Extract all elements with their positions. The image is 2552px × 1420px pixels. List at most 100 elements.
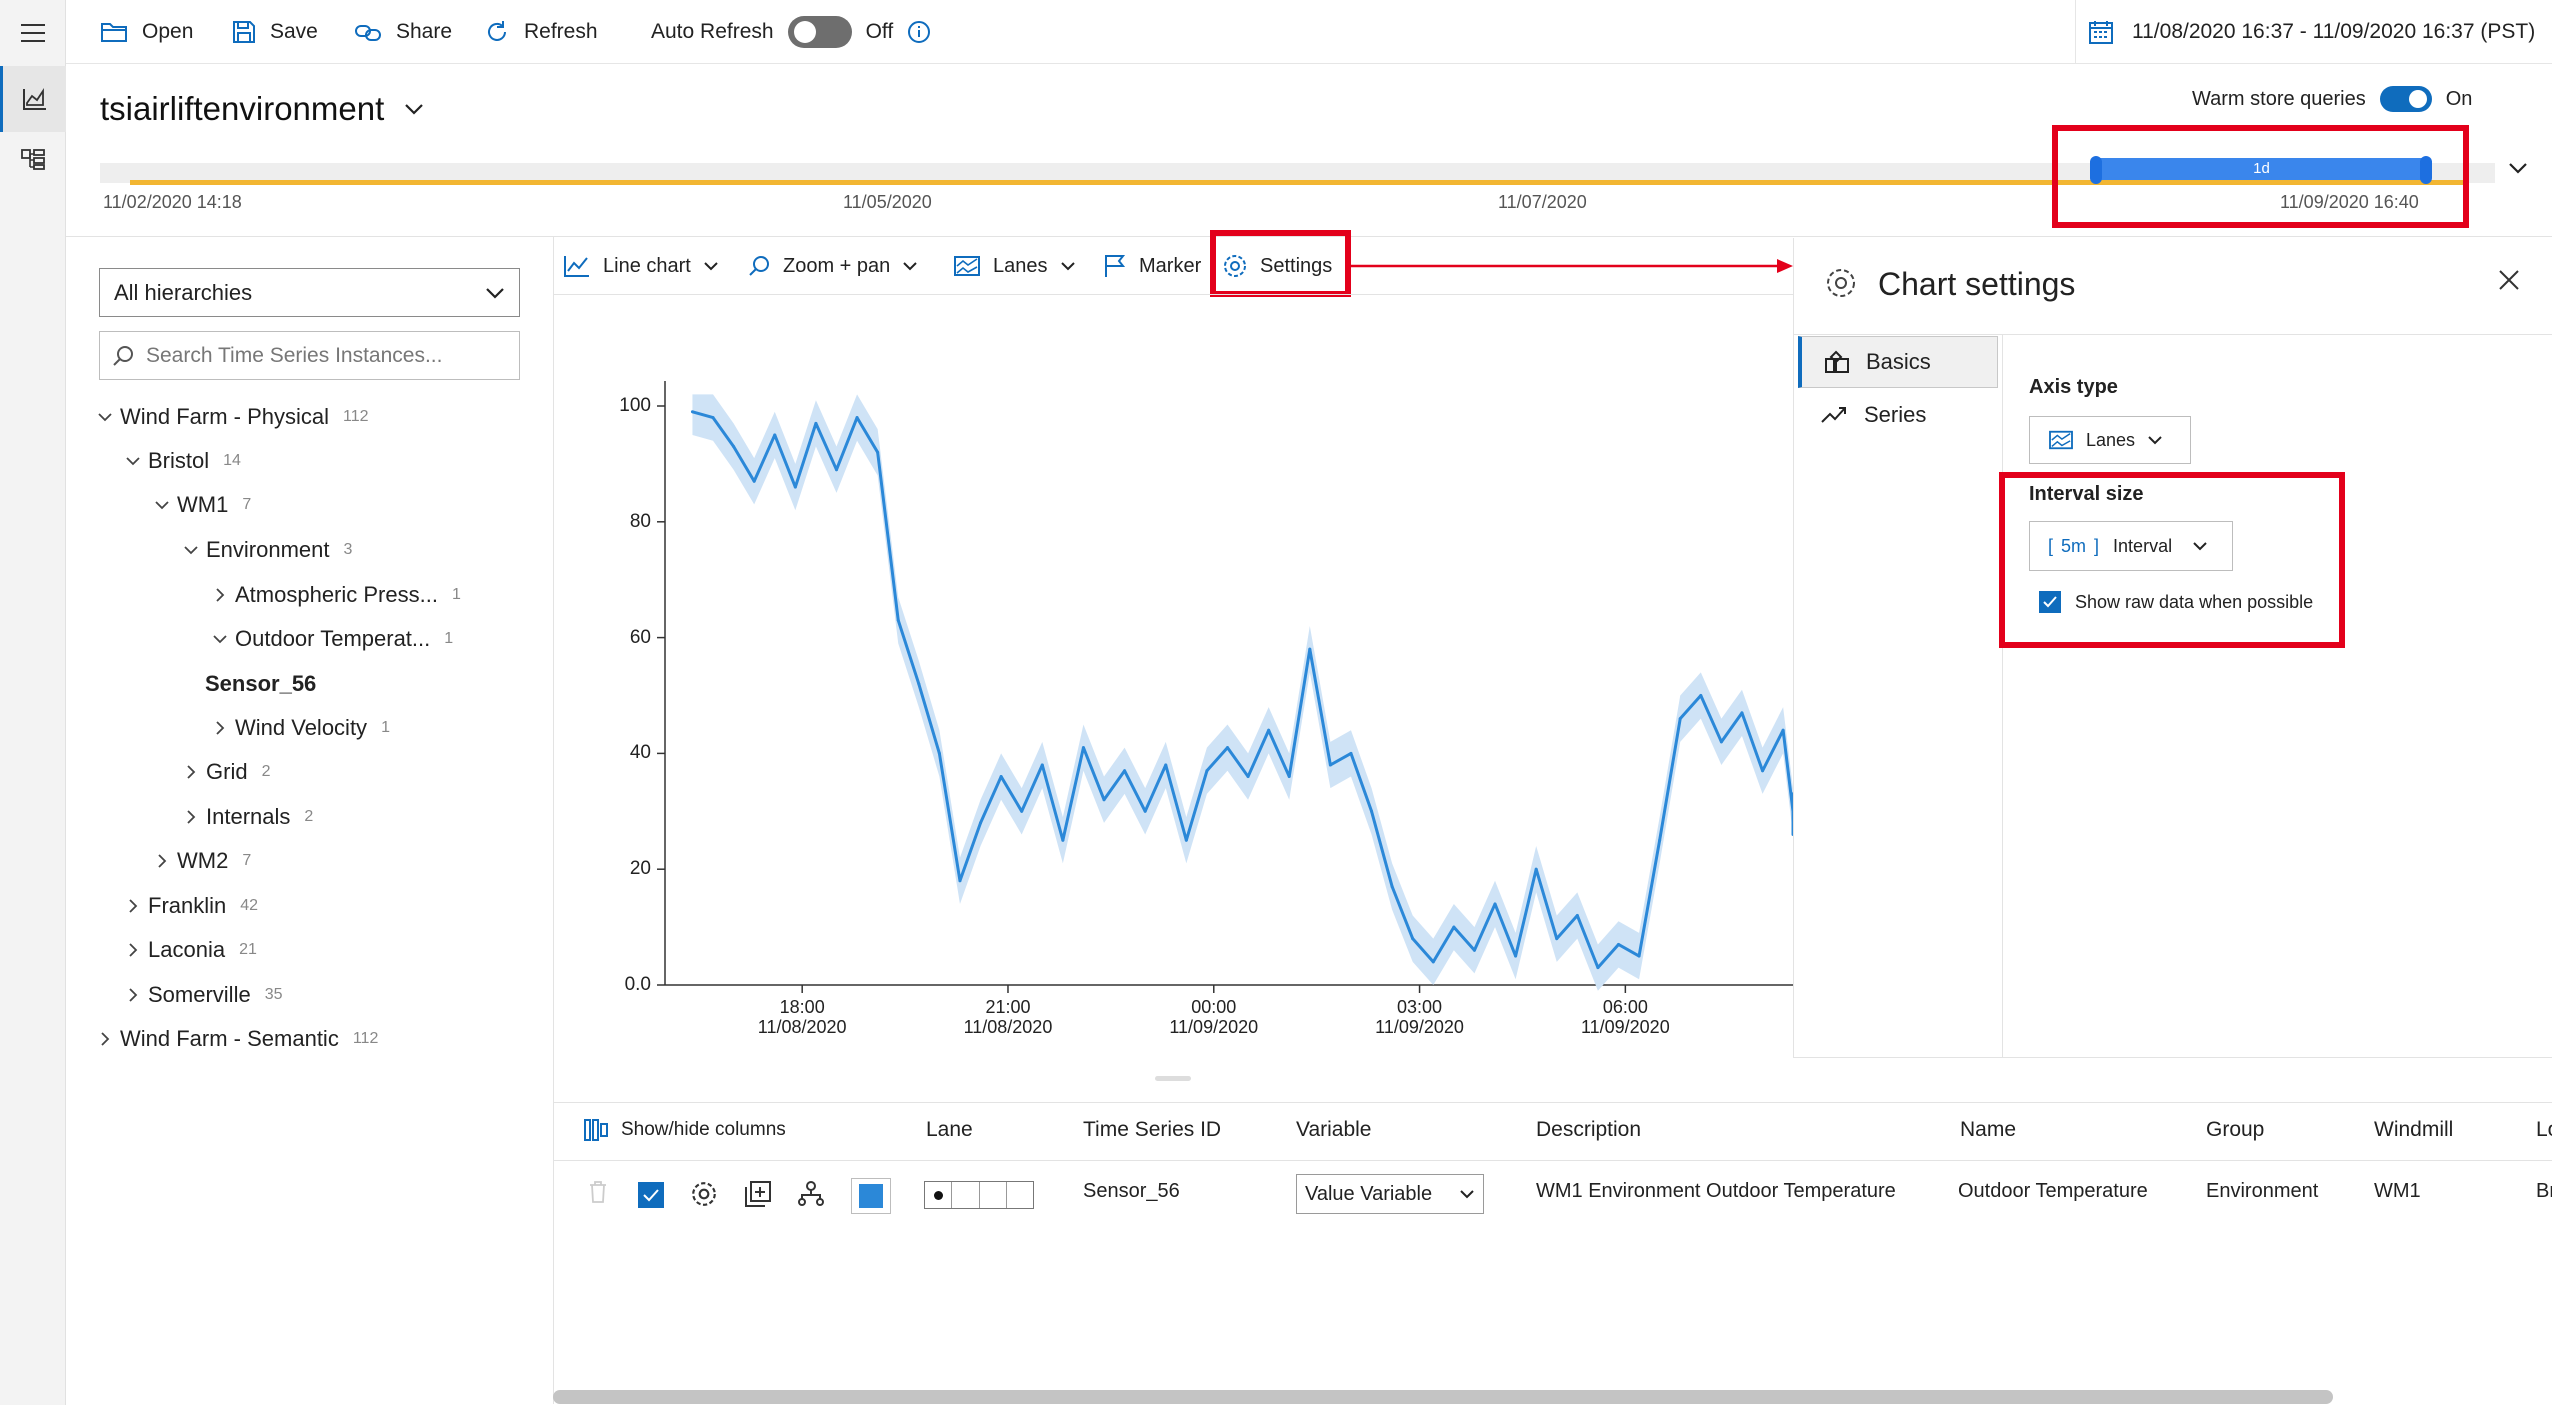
data-point (1431, 960, 1435, 964)
close-icon[interactable] (2497, 268, 2521, 292)
tree-item[interactable]: Wind Farm - Physical 112 (90, 397, 369, 437)
duplicate-icon[interactable] (744, 1180, 772, 1208)
tree-item[interactable]: Sensor_56 (205, 664, 330, 704)
settings-highlight-box (1210, 230, 1351, 297)
data-point (793, 485, 797, 489)
nav-series[interactable]: Series (1798, 389, 1998, 441)
data-point (1761, 769, 1765, 773)
chevron-down-icon[interactable] (176, 545, 206, 555)
axis-type-dropdown[interactable]: Lanes (2029, 416, 2191, 464)
tree-item[interactable]: Bristol 14 (118, 441, 241, 481)
tree-item[interactable]: Wind Velocity 1 (205, 708, 390, 748)
environment-selector[interactable]: tsiairliftenvironment (100, 90, 424, 128)
marker-button[interactable]: Marker (1103, 246, 1201, 286)
tree-item[interactable]: Outdoor Temperat... 1 (205, 619, 453, 659)
tree-item-label: Sensor_56 (205, 671, 317, 696)
tree-item[interactable]: WM1 7 (147, 485, 251, 525)
lanes-icon (954, 256, 980, 276)
share-button[interactable]: Share (354, 0, 452, 64)
tree-item-label: Grid (206, 759, 248, 784)
x-tick-label: 00:00 11/09/2020 (1144, 997, 1284, 1037)
data-point (1267, 728, 1271, 732)
column-header-description[interactable]: Description (1536, 1118, 1641, 1142)
chevron-right-icon[interactable] (176, 764, 206, 780)
data-point (1040, 763, 1044, 767)
auto-refresh-toggle[interactable] (787, 16, 852, 48)
environment-name: tsiairliftenvironment (100, 90, 385, 127)
row-visible-checkbox[interactable] (638, 1182, 664, 1208)
open-button[interactable]: Open (100, 0, 193, 64)
settings-title: Chart settings (1878, 266, 2076, 302)
model-icon[interactable] (0, 126, 66, 192)
analyze-icon[interactable] (0, 66, 66, 132)
data-point (1390, 885, 1394, 889)
chevron-down-icon[interactable] (118, 456, 148, 466)
column-header-name[interactable]: Name (1960, 1118, 2016, 1142)
column-header-variable[interactable]: Variable (1296, 1118, 1372, 1142)
trash-icon[interactable] (588, 1180, 608, 1204)
chevron-down-icon[interactable] (90, 412, 120, 422)
lane-selector[interactable] (924, 1181, 1034, 1209)
resize-handle[interactable] (553, 1076, 1793, 1082)
chevron-down-icon[interactable] (147, 500, 177, 510)
data-point (1205, 769, 1209, 773)
tree-item[interactable]: Somerville 35 (118, 975, 283, 1015)
tree-item[interactable]: Grid 2 (176, 752, 270, 792)
line-chart-button[interactable]: Line chart (563, 246, 719, 286)
search-input[interactable]: Search Time Series Instances... (99, 331, 520, 380)
horizontal-scrollbar[interactable] (553, 1390, 2333, 1404)
line-chart[interactable] (553, 295, 1793, 1075)
chevron-right-icon[interactable] (205, 720, 235, 736)
split-by-icon[interactable] (797, 1180, 825, 1208)
date-range-picker[interactable]: 11/08/2020 16:37 - 11/09/2020 16:37 (PST… (2075, 0, 2552, 64)
calendar-icon (2089, 21, 2113, 44)
hamburger-menu-icon[interactable] (0, 0, 66, 66)
tree-item[interactable]: Internals 2 (176, 797, 313, 837)
refresh-button[interactable]: Refresh (484, 0, 598, 64)
tree-item[interactable]: Atmospheric Press... 1 (205, 575, 461, 615)
lanes-button[interactable]: Lanes (953, 246, 1076, 286)
chevron-down-icon[interactable] (205, 634, 235, 644)
show-hide-columns-button[interactable]: Show/hide columns (583, 1118, 786, 1142)
column-header-id[interactable]: Time Series ID (1083, 1118, 1221, 1142)
zoom-pan-button[interactable]: Zoom + pan (747, 246, 918, 286)
chevron-right-icon[interactable] (118, 898, 148, 914)
chevron-right-icon[interactable] (147, 853, 177, 869)
chevron-right-icon[interactable] (176, 809, 206, 825)
chevron-right-icon[interactable] (118, 987, 148, 1003)
chevron-right-icon[interactable] (205, 587, 235, 603)
tree-item[interactable]: Laconia 21 (118, 930, 257, 970)
series-color-swatch[interactable] (851, 1178, 891, 1214)
nav-basics[interactable]: Basics (1798, 336, 1998, 388)
tree-item-count: 14 (223, 452, 241, 469)
expand-chevron-icon[interactable] (2508, 162, 2528, 174)
warm-store-control: Warm store queries On (2192, 86, 2472, 112)
tree-item-count: 3 (343, 541, 353, 558)
x-tick-label: 18:00 11/08/2020 (732, 997, 872, 1037)
x-tick-time: 21:00 (985, 997, 1031, 1017)
tree-item-label: Bristol (148, 448, 210, 473)
hierarchy-select[interactable]: All hierarchies (99, 268, 520, 317)
data-point (1328, 763, 1332, 767)
date-range-text: 11/08/2020 16:37 - 11/09/2020 16:37 (PST… (2132, 20, 2536, 43)
columns-icon (584, 1119, 608, 1141)
chevron-right-icon[interactable] (118, 942, 148, 958)
data-point (1678, 717, 1682, 721)
variable-dropdown[interactable]: Value Variable (1296, 1174, 1484, 1214)
gear-icon[interactable] (690, 1180, 718, 1208)
row-cut: Br (2536, 1180, 2552, 1202)
chevron-down-icon (2148, 436, 2162, 445)
tree-item[interactable]: Franklin 42 (118, 886, 258, 926)
column-header-lane[interactable]: Lane (926, 1118, 973, 1142)
chevron-right-icon[interactable] (90, 1031, 120, 1047)
warm-store-toggle[interactable] (2379, 86, 2432, 112)
column-header-windmill[interactable]: Windmill (2374, 1118, 2453, 1142)
column-header-group[interactable]: Group (2206, 1118, 2264, 1142)
tree-item[interactable]: Wind Farm - Semantic 112 (90, 1019, 378, 1059)
tree-item-count: 2 (261, 763, 271, 780)
column-header-cut[interactable]: Lo (2536, 1118, 2552, 1142)
tree-item[interactable]: Environment 3 (176, 530, 352, 570)
info-icon[interactable] (907, 20, 931, 44)
save-button[interactable]: Save (232, 0, 318, 64)
tree-item[interactable]: WM2 7 (147, 841, 251, 881)
